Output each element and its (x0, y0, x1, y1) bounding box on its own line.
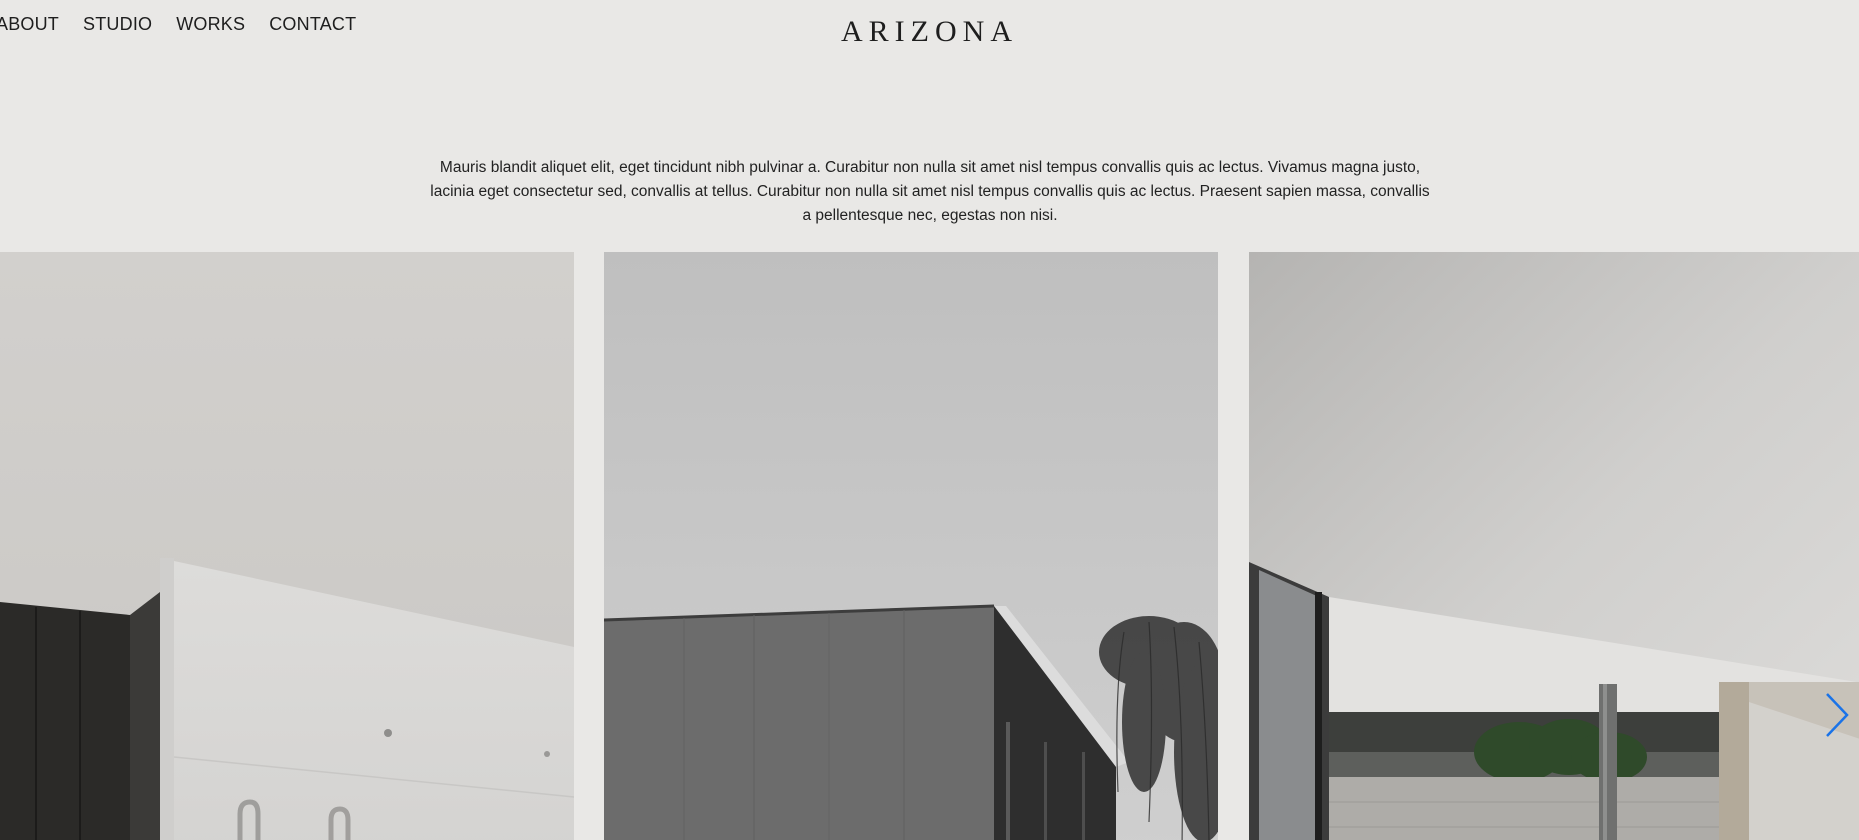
site-logo[interactable]: ARIZONA (0, 15, 1859, 49)
gallery-image-1[interactable] (0, 252, 574, 840)
gallery-image-3[interactable] (1249, 252, 1859, 840)
gallery-image-2[interactable] (604, 252, 1218, 840)
page: ABOUT STUDIO WORKS CONTACT ARIZONA Mauri… (0, 0, 1859, 840)
image-concrete-building (604, 252, 1218, 840)
image-pavilion (1249, 252, 1859, 840)
chevron-right-icon[interactable] (1821, 690, 1851, 740)
image-interior-concrete (0, 252, 574, 840)
intro-text: Mauris blandit aliquet elit, eget tincid… (430, 158, 1430, 224)
